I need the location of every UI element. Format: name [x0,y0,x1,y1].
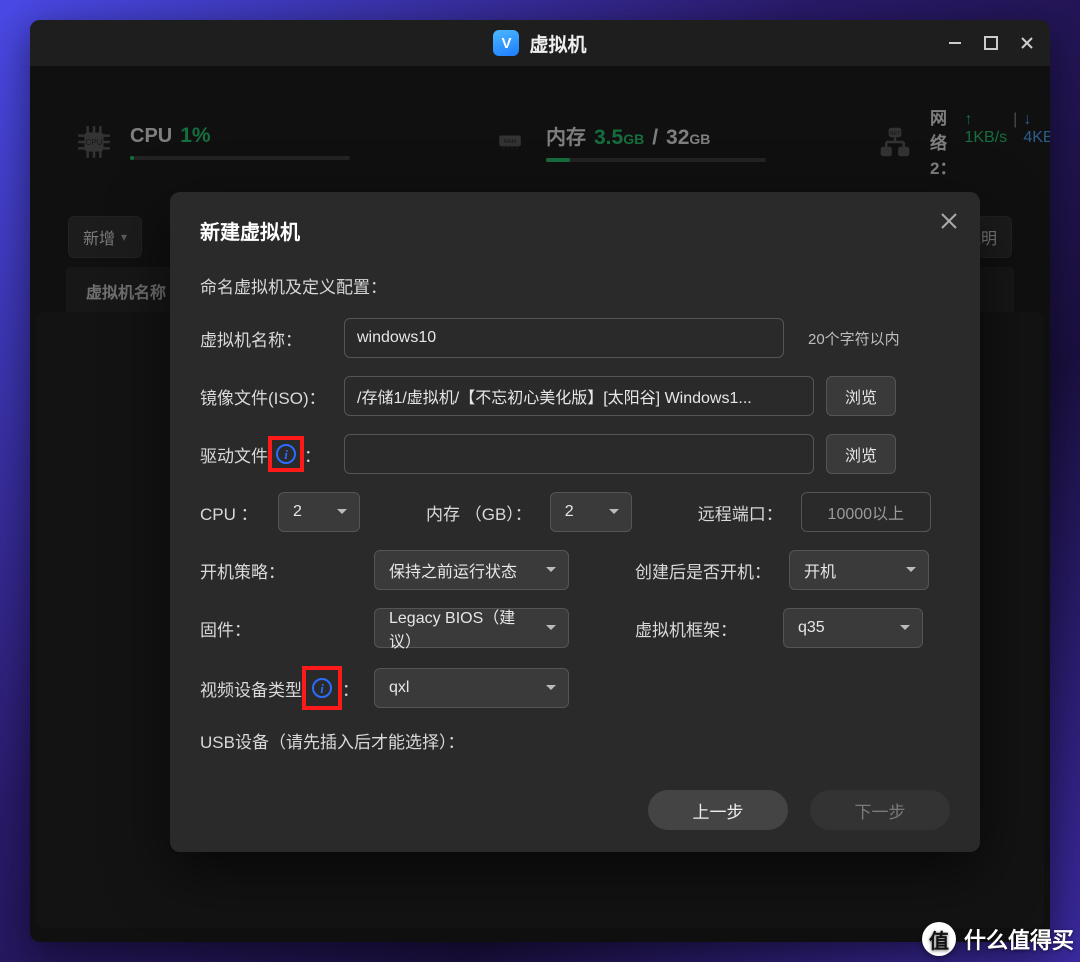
ram-icon: RAM [490,122,530,162]
row-driver: 驱动文件 i ： 浏览 [200,434,950,474]
cpu-bar [130,156,350,160]
row-video: 视频设备类型 i ： qxl [200,666,950,710]
maximize-button[interactable] [982,34,1000,52]
dialog-subtitle: 命名虚拟机及定义配置： [200,273,950,298]
app-title-text: 虚拟机 [529,30,586,57]
arch-select[interactable]: q35 [783,608,923,648]
iso-label: 镜像文件(ISO)： [200,384,332,409]
net-stat: NET 网络2： ↑ 1KB/s | ↓ 4KB/s [876,104,1050,179]
create-boot-select[interactable]: 开机 [789,550,929,590]
cpu-select-label: CPU ： [200,500,260,525]
usb-label: USB设备（请先插入后才能选择）： [200,728,464,753]
driver-label: 驱动文件 i ： [200,436,332,472]
watermark-text: 什么值得买 [964,923,1074,955]
dialog-close-button[interactable] [940,212,960,232]
network-icon: NET [876,122,914,162]
net-label: 网络2： [930,104,958,179]
svg-text:NET: NET [889,130,901,136]
svg-text:RAM: RAM [504,139,517,145]
watermark-badge: 值 [922,922,956,956]
mem-total: 32GB [666,126,710,150]
vm-name-label: 虚拟机名称： [200,326,332,351]
video-info-highlight: i [302,666,342,710]
row-iso: 镜像文件(ISO)： 浏览 [200,376,950,416]
mem-sep: / [652,126,658,150]
dialog-body: 命名虚拟机及定义配置： 虚拟机名称： 20个字符以内 镜像文件(ISO)： 浏览… [200,273,950,753]
cpu-icon: CPU [74,122,114,162]
net-down: ↓ 4KB/s [1023,111,1050,147]
iso-browse-button[interactable]: 浏览 [826,376,896,416]
firmware-label: 固件： [200,616,332,641]
mem-label: 内存 [546,121,586,150]
driver-browse-button[interactable]: 浏览 [826,434,896,474]
add-button-label: 新增 [83,225,115,249]
create-boot-label: 创建后是否开机： [635,558,771,583]
mem-bar [546,158,766,162]
window-controls [946,20,1036,66]
new-vm-dialog: 新建虚拟机 命名虚拟机及定义配置： 虚拟机名称： 20个字符以内 镜像文件(IS… [170,192,980,852]
app-window: V 虚拟机 CPU CPU 1% [30,20,1050,942]
row-boot: 开机策略： 保持之前运行状态 创建后是否开机： 开机 [200,550,950,590]
close-button[interactable] [1018,34,1036,52]
prev-button[interactable]: 上一步 [648,790,788,830]
firmware-select[interactable]: Legacy BIOS（建议） [374,608,569,648]
mem-used: 3.5GB [594,126,644,150]
info-icon[interactable]: i [276,444,296,464]
svg-text:CPU: CPU [86,138,103,147]
video-label: 视频设备类型 i ： [200,666,356,710]
watermark: 值 什么值得买 [922,922,1074,956]
row-usb: USB设备（请先插入后才能选择）： [200,728,950,753]
cpu-label: CPU [130,125,172,148]
titlebar: V 虚拟机 [30,20,1050,66]
chevron-down-icon: ▾ [121,230,127,244]
row-firmware: 固件： Legacy BIOS（建议） 虚拟机框架： q35 [200,608,950,648]
minimize-button[interactable] [946,34,964,52]
next-button[interactable]: 下一步 [810,790,950,830]
mem-select[interactable]: 2 [550,492,632,532]
dialog-title: 新建虚拟机 [200,216,950,245]
boot-policy-label: 开机策略： [200,558,332,583]
net-sep: | [1013,111,1017,129]
cpu-stat: CPU CPU 1% [74,122,350,162]
info-icon[interactable]: i [312,678,332,698]
row-cpu-mem-port: CPU ： 2 内存 （GB）： 2 远程端口： 10000以上 [200,492,950,532]
app-title: V 虚拟机 [493,30,586,57]
mem-stat: RAM 内存 3.5GB / 32GB [490,121,766,162]
vm-name-input[interactable] [344,318,784,358]
vm-name-hint: 20个字符以内 [808,328,900,349]
stats-bar: CPU CPU 1% RAM 内存 3.5GB [50,66,1030,207]
video-select[interactable]: qxl [374,668,569,708]
arch-label: 虚拟机框架： [635,616,765,641]
port-label: 远程端口： [698,500,783,525]
iso-input[interactable] [344,376,814,416]
app-icon: V [493,30,519,56]
col-name: 虚拟机名称 [86,279,166,303]
cpu-value: 1% [180,124,210,148]
driver-info-highlight: i [268,436,304,472]
cpu-select[interactable]: 2 [278,492,360,532]
port-input[interactable]: 10000以上 [801,492,931,532]
boot-policy-select[interactable]: 保持之前运行状态 [374,550,569,590]
net-up: ↑ 1KB/s [964,111,1007,147]
mem-select-label: 内存 （GB）： [426,500,532,525]
dialog-footer: 上一步 下一步 [648,790,950,830]
add-button[interactable]: 新增 ▾ [68,216,142,258]
row-vm-name: 虚拟机名称： 20个字符以内 [200,318,950,358]
driver-input[interactable] [344,434,814,474]
